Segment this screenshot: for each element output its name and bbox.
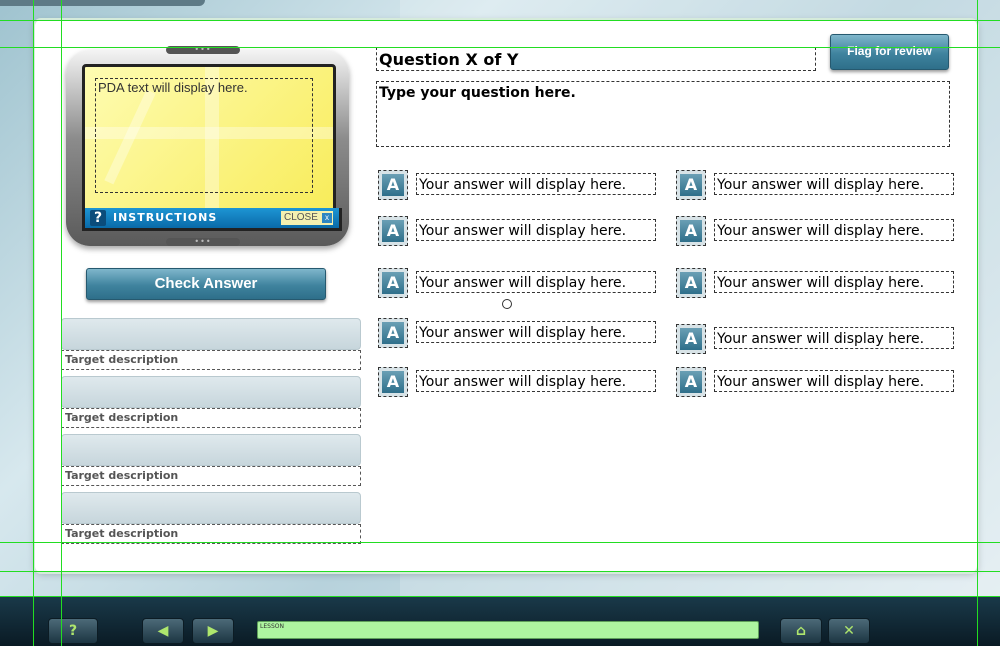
close-label: CLOSE bbox=[284, 212, 318, 223]
lesson-label: LESSON bbox=[260, 623, 284, 630]
help-button[interactable]: ? bbox=[48, 618, 98, 644]
answer-text: Your answer will display here. bbox=[416, 321, 656, 343]
prev-button[interactable]: ◀ bbox=[142, 618, 184, 644]
exit-button[interactable]: ✕ bbox=[828, 618, 870, 644]
answer-a-icon: A bbox=[378, 216, 408, 246]
answer-text: Your answer will display here. bbox=[416, 173, 656, 195]
answer-text: Your answer will display here. bbox=[416, 271, 656, 293]
answer-a-icon: A bbox=[378, 268, 408, 298]
drop-target[interactable]: Target description bbox=[61, 434, 361, 486]
target-description: Target description bbox=[61, 350, 361, 370]
answer-text: Your answer will display here. bbox=[416, 219, 656, 241]
drop-target[interactable]: Target description bbox=[61, 376, 361, 428]
pda-device: ••• PDA text will display here. ? INSTRU… bbox=[66, 46, 349, 246]
question-text: Type your question here. bbox=[376, 81, 950, 147]
guide-line bbox=[0, 596, 1000, 597]
answer-text: Your answer will display here. bbox=[416, 370, 656, 392]
pda-notch-bottom: ••• bbox=[166, 238, 240, 246]
pda-instructions-bar[interactable]: ? INSTRUCTIONS CLOSE x bbox=[82, 208, 342, 231]
next-button[interactable]: ▶ bbox=[192, 618, 234, 644]
target-box[interactable] bbox=[61, 492, 361, 524]
guide-line bbox=[0, 571, 1000, 572]
lesson-progress: LESSON bbox=[257, 621, 759, 639]
answer-text: Your answer will display here. bbox=[714, 173, 954, 195]
guide-line bbox=[0, 20, 1000, 21]
answer-a-icon: A bbox=[378, 170, 408, 200]
target-box[interactable] bbox=[61, 376, 361, 408]
instructions-label: INSTRUCTIONS bbox=[113, 211, 218, 224]
close-button[interactable]: CLOSE x bbox=[281, 211, 333, 225]
target-description: Target description bbox=[61, 524, 361, 544]
guide-line bbox=[0, 542, 1000, 543]
mouse-cursor bbox=[502, 299, 512, 309]
close-icon: x bbox=[322, 213, 332, 223]
check-answer-button[interactable]: Check Answer bbox=[86, 268, 326, 300]
drop-target[interactable]: Target description bbox=[61, 492, 361, 544]
guide-line bbox=[0, 47, 1000, 48]
answer-a-icon: A bbox=[676, 324, 706, 354]
question-title: Question X of Y bbox=[376, 47, 816, 71]
guide-line bbox=[33, 0, 34, 646]
answer-text: Your answer will display here. bbox=[714, 370, 954, 392]
help-icon: ? bbox=[90, 210, 106, 226]
answer-a-icon: A bbox=[378, 318, 408, 348]
home-button[interactable]: ⌂ bbox=[780, 618, 822, 644]
answer-text: Your answer will display here. bbox=[714, 219, 954, 241]
answer-a-icon: A bbox=[378, 367, 408, 397]
drop-target[interactable]: Target description bbox=[61, 318, 361, 370]
answer-a-icon: A bbox=[676, 216, 706, 246]
flag-for-review-button[interactable]: Flag for review bbox=[830, 34, 949, 70]
target-box[interactable] bbox=[61, 434, 361, 466]
answer-text: Your answer will display here. bbox=[714, 271, 954, 293]
guide-line bbox=[977, 0, 978, 646]
answer-a-icon: A bbox=[676, 170, 706, 200]
target-description: Target description bbox=[61, 408, 361, 428]
answer-a-icon: A bbox=[676, 367, 706, 397]
target-box[interactable] bbox=[61, 318, 361, 350]
pda-text: PDA text will display here. bbox=[95, 78, 313, 193]
pda-screen: PDA text will display here. bbox=[82, 64, 336, 214]
answer-a-icon: A bbox=[676, 268, 706, 298]
guide-line bbox=[61, 0, 62, 646]
answer-text: Your answer will display here. bbox=[714, 327, 954, 349]
target-description: Target description bbox=[61, 466, 361, 486]
top-bar bbox=[0, 0, 205, 6]
